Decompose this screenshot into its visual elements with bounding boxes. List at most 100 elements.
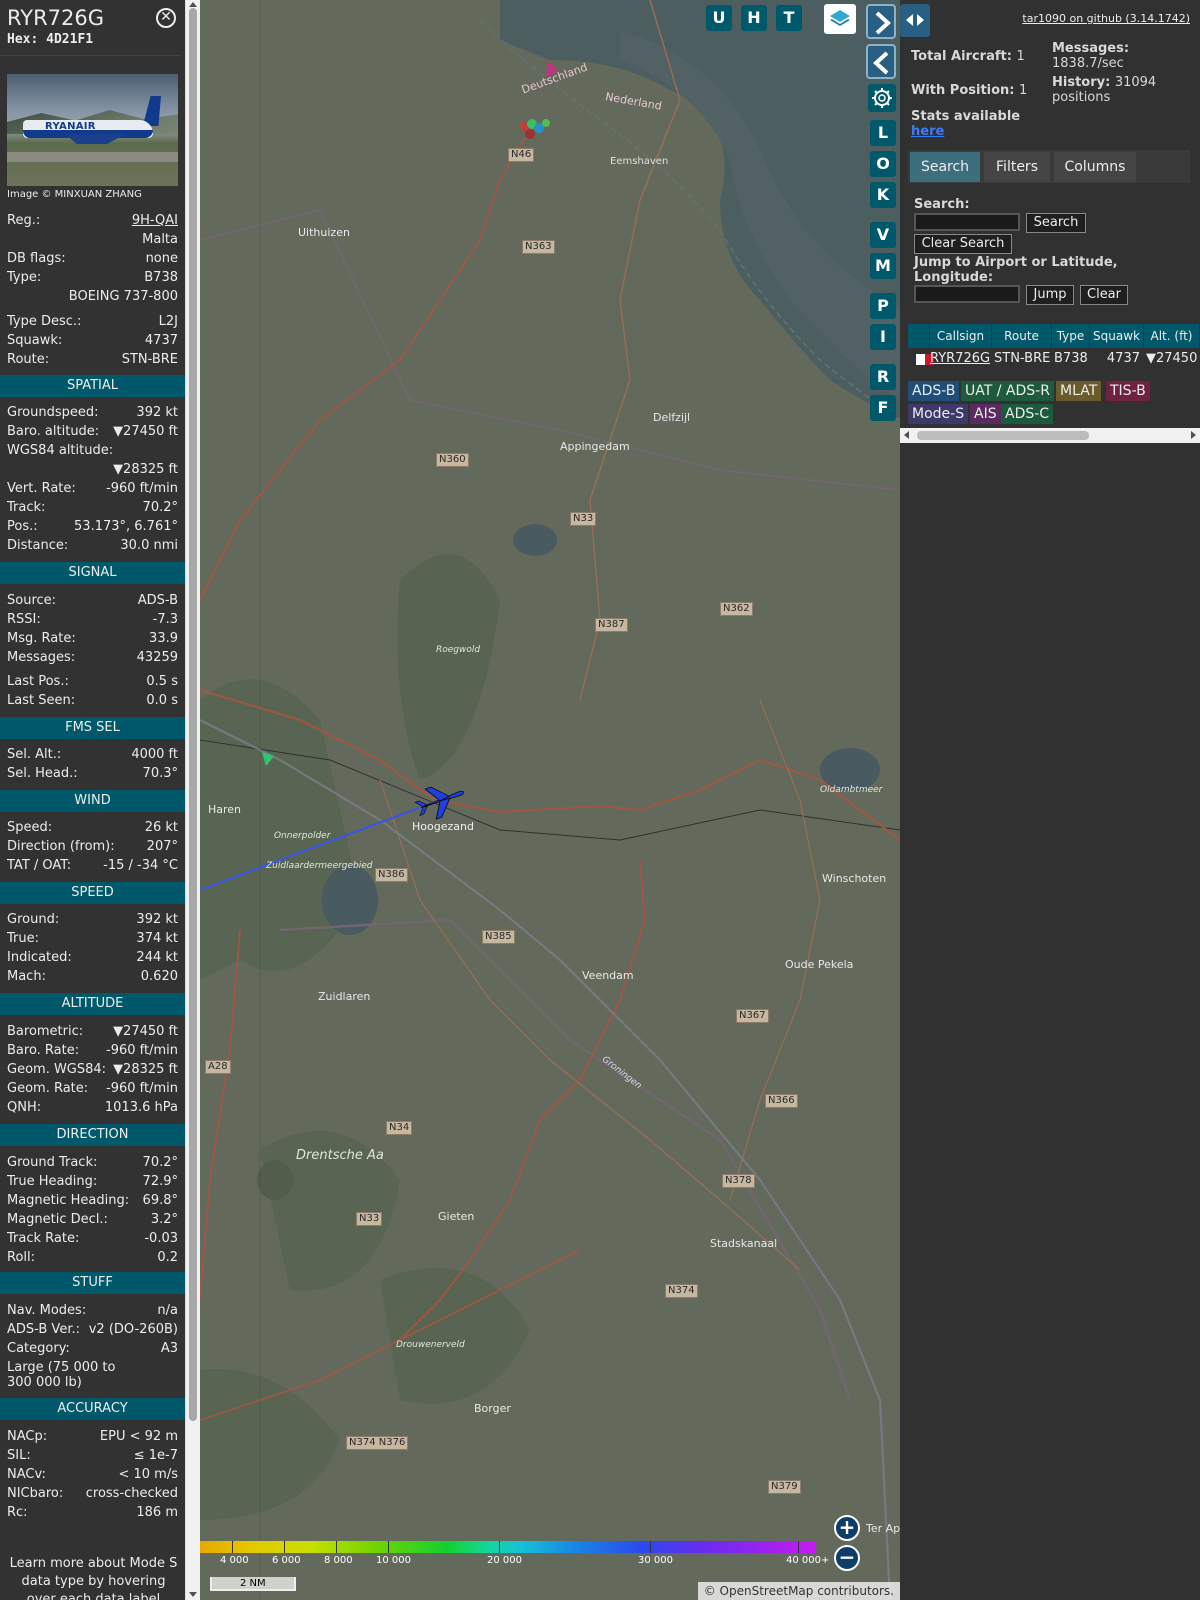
table-row[interactable]: RYR726G STN-BRE B738 4737 ▼27450 xyxy=(908,349,1200,369)
info-row-label[interactable]: Msg. Rate: xyxy=(7,631,76,646)
github-link[interactable]: tar1090 on github (3.14.1742) xyxy=(1022,12,1190,25)
info-row-label[interactable]: Magnetic Decl.: xyxy=(7,1212,108,1227)
info-row-label[interactable]: Direction (from): xyxy=(7,839,115,854)
close-icon[interactable]: ✕ xyxy=(156,8,176,28)
info-row-label[interactable]: Baro. altitude: xyxy=(7,424,99,439)
road-shield: N378 xyxy=(722,1174,755,1188)
map-button-l[interactable]: L xyxy=(870,120,896,146)
info-row-label[interactable]: Track: xyxy=(7,500,45,515)
info-row-label[interactable]: Messages: xyxy=(7,650,75,665)
clear-jump-button[interactable]: Clear xyxy=(1080,285,1128,305)
info-row-label[interactable]: NACv: xyxy=(7,1467,46,1482)
info-row-label[interactable]: True Heading: xyxy=(7,1174,97,1189)
map-button-t[interactable]: T xyxy=(776,5,802,31)
source-badge-ads-c[interactable]: ADS-C xyxy=(1001,404,1054,424)
expand-sidebar-button[interactable] xyxy=(866,4,896,39)
info-row-value: ▼27450 ft xyxy=(113,424,178,439)
map-button-k[interactable]: K xyxy=(870,182,896,208)
info-row-label[interactable]: Squawk: xyxy=(7,333,62,348)
info-row-label[interactable]: Magnetic Heading: xyxy=(7,1193,129,1208)
info-row-label[interactable]: Ground Track: xyxy=(7,1155,97,1170)
info-row-label[interactable]: Last Pos.: xyxy=(7,674,69,689)
sidebar-width-toggle[interactable] xyxy=(900,4,930,37)
source-badge-ads-b[interactable]: ADS-B xyxy=(908,381,960,401)
col-callsign[interactable]: Callsign xyxy=(930,324,992,348)
info-row-label[interactable]: Indicated: xyxy=(7,950,72,965)
info-row-label[interactable]: Sel. Head.: xyxy=(7,766,78,781)
info-scrollbar[interactable] xyxy=(185,0,200,1600)
tab-search[interactable]: Search xyxy=(910,152,980,182)
info-row-label[interactable]: Source: xyxy=(7,593,56,608)
info-row-label[interactable]: QNH: xyxy=(7,1100,41,1115)
zoom-out-button[interactable]: − xyxy=(834,1545,860,1571)
map-attribution[interactable]: © OpenStreetMap contributors. xyxy=(697,1582,900,1600)
map-button-p[interactable]: P xyxy=(870,293,896,319)
info-row-label[interactable]: Distance: xyxy=(7,538,68,553)
row-callsign[interactable]: RYR726G xyxy=(930,349,990,369)
info-row-label[interactable]: NICbaro: xyxy=(7,1486,63,1501)
info-row-label[interactable]: DB flags: xyxy=(7,251,66,266)
info-row-label[interactable]: Mach: xyxy=(7,969,46,984)
map-button-h[interactable]: H xyxy=(741,5,767,31)
collapse-sidebar-button[interactable] xyxy=(866,44,896,79)
layers-button[interactable] xyxy=(824,4,856,34)
col-squawk[interactable]: Squawk xyxy=(1090,324,1144,348)
info-row-label[interactable]: Barometric: xyxy=(7,1024,83,1039)
info-row-label[interactable]: Rc: xyxy=(7,1505,28,1520)
info-row-label[interactable]: Groundspeed: xyxy=(7,405,98,420)
info-row-value[interactable]: 9H-QAI xyxy=(132,213,178,228)
info-row-label[interactable]: Track Rate: xyxy=(7,1231,79,1246)
info-row-label[interactable]: Last Seen: xyxy=(7,693,75,708)
map[interactable]: Deutschland Nederland Eemshaven Uithuizen De… xyxy=(200,0,900,1600)
source-badge-mlat[interactable]: MLAT xyxy=(1056,381,1102,401)
map-button-f[interactable]: F xyxy=(870,395,896,421)
settings-button[interactable] xyxy=(868,84,896,112)
col-altitude[interactable]: Alt. (ft) xyxy=(1144,324,1200,348)
aircraft-photo[interactable]: RYANAIR xyxy=(7,74,178,186)
col-route[interactable]: Route xyxy=(992,324,1052,348)
tab-columns[interactable]: Columns xyxy=(1054,152,1136,182)
search-button[interactable]: Search xyxy=(1026,213,1086,233)
source-badge-ais[interactable]: AIS xyxy=(970,404,1001,424)
map-button-o[interactable]: O xyxy=(870,151,896,177)
info-row-label[interactable]: ADS-B Ver.: xyxy=(7,1322,80,1337)
info-row-label[interactable]: Route: xyxy=(7,352,49,367)
info-row-label[interactable]: Baro. Rate: xyxy=(7,1043,79,1058)
info-row-label[interactable]: SIL: xyxy=(7,1448,31,1463)
info-row-label[interactable]: Vert. Rate: xyxy=(7,481,76,496)
info-row-label[interactable]: Type Desc.: xyxy=(7,314,81,329)
info-row-label[interactable]: Type: xyxy=(7,270,41,285)
tab-filters[interactable]: Filters xyxy=(984,152,1050,182)
col-type[interactable]: Type xyxy=(1052,324,1090,348)
info-row-label[interactable]: NACp: xyxy=(7,1429,47,1444)
info-row-label[interactable]: WGS84 altitude: xyxy=(7,443,113,458)
table-horizontal-scrollbar[interactable] xyxy=(900,428,1200,443)
info-row-label[interactable]: Nav. Modes: xyxy=(7,1303,86,1318)
info-row-label[interactable]: Speed: xyxy=(7,820,52,835)
source-badge-mode-s[interactable]: Mode-S xyxy=(908,404,969,424)
map-button-v[interactable]: V xyxy=(870,222,896,248)
info-row-label[interactable]: Roll: xyxy=(7,1250,35,1265)
info-row-label[interactable]: Sel. Alt.: xyxy=(7,747,61,762)
clear-search-button[interactable]: Clear Search xyxy=(914,234,1012,254)
map-button-m[interactable]: M xyxy=(870,253,896,279)
info-row-label[interactable]: Pos.: xyxy=(7,519,38,534)
info-row-label[interactable]: Geom. Rate: xyxy=(7,1081,88,1096)
info-row-label[interactable]: Reg.: xyxy=(7,213,40,228)
map-button-u[interactable]: U xyxy=(706,5,732,31)
info-row-label[interactable]: Category: xyxy=(7,1341,70,1356)
map-button-r[interactable]: R xyxy=(870,364,896,390)
info-row-label[interactable]: TAT / OAT: xyxy=(7,858,71,873)
search-input[interactable] xyxy=(914,213,1020,231)
source-badge-tis-b[interactable]: TIS-B xyxy=(1106,381,1150,401)
stats-link[interactable]: here xyxy=(911,124,944,139)
map-button-i[interactable]: I xyxy=(870,324,896,350)
zoom-in-button[interactable]: + xyxy=(834,1515,860,1541)
jump-input[interactable] xyxy=(914,285,1020,303)
info-row-label[interactable]: RSSI: xyxy=(7,612,41,627)
source-badge-uat-ads-r[interactable]: UAT / ADS-R xyxy=(961,381,1054,401)
jump-button[interactable]: Jump xyxy=(1026,285,1074,305)
info-row-label[interactable]: Geom. WGS84: xyxy=(7,1062,106,1077)
info-row-label[interactable]: Ground: xyxy=(7,912,59,927)
info-row-label[interactable]: True: xyxy=(7,931,39,946)
